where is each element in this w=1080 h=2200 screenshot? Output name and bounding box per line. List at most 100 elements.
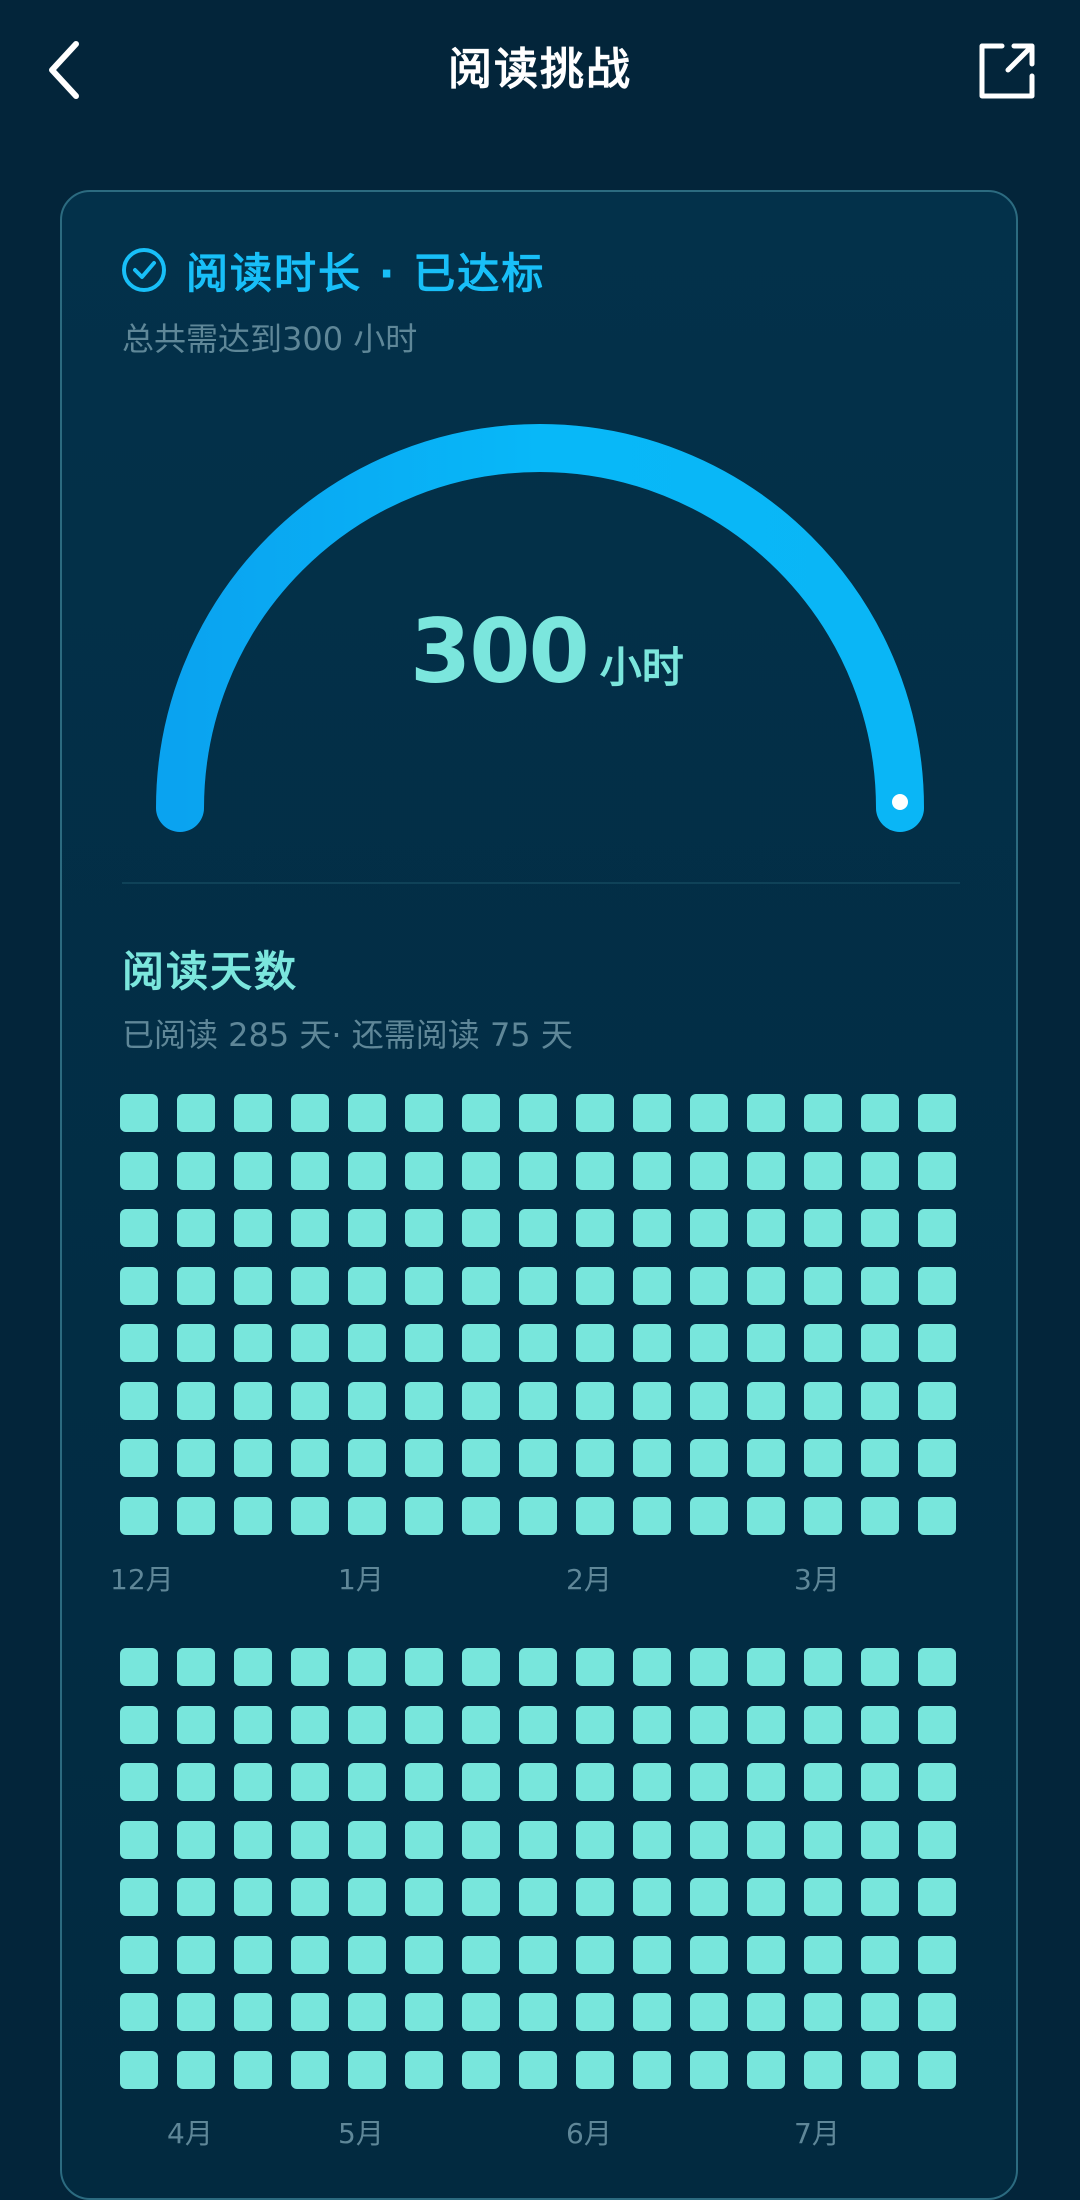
day-cell [348, 1266, 386, 1305]
day-cell [234, 1266, 272, 1305]
day-cell [177, 1705, 215, 1744]
day-cell [576, 1151, 614, 1190]
day-cell [576, 1878, 614, 1916]
day-cell [291, 1094, 329, 1132]
day-cell [633, 1151, 671, 1190]
day-cell [234, 1496, 272, 1535]
reading-hours-gauge [156, 424, 924, 832]
day-cell [405, 1266, 443, 1305]
day-cell [120, 2050, 158, 2089]
day-cell [519, 1763, 557, 1801]
day-cell [633, 1381, 671, 1420]
day-cell [405, 1993, 443, 2031]
day-cell [918, 2050, 956, 2089]
day-cell [918, 1648, 956, 1686]
day-cell [804, 1878, 842, 1916]
day-cell [747, 1151, 785, 1190]
day-cell [462, 1151, 500, 1190]
day-cell [234, 1094, 272, 1132]
day-cell [747, 1878, 785, 1916]
day-cell [177, 1935, 215, 1974]
day-cell [462, 1705, 500, 1744]
day-cell [861, 1151, 899, 1190]
day-cell [576, 1935, 614, 1974]
day-cell [405, 1209, 443, 1247]
day-cell [120, 1381, 158, 1420]
day-cell [804, 1763, 842, 1801]
day-cell [918, 1266, 956, 1305]
day-cell [177, 1439, 215, 1477]
day-cell [177, 1324, 215, 1362]
day-cell [861, 2050, 899, 2089]
day-cell [918, 1878, 956, 1916]
day-cell [120, 1324, 158, 1362]
day-cell [747, 1648, 785, 1686]
day-cell [120, 1820, 158, 1859]
month-label: 5月 [338, 2117, 384, 2150]
day-cell [177, 1381, 215, 1420]
day-cell [804, 1324, 842, 1362]
day-cell [462, 1439, 500, 1477]
day-cell [348, 1935, 386, 1974]
day-cell [405, 1935, 443, 1974]
day-cell [747, 1763, 785, 1801]
day-cell [462, 1820, 500, 1859]
day-cell [405, 1705, 443, 1744]
day-cell [804, 1648, 842, 1686]
day-cell [120, 1993, 158, 2031]
day-cell [690, 1705, 728, 1744]
day-cell [918, 1763, 956, 1801]
day-cell [291, 1705, 329, 1744]
day-cell [690, 1935, 728, 1974]
day-cell [120, 1763, 158, 1801]
day-cell [861, 1763, 899, 1801]
day-cell [291, 1324, 329, 1362]
day-cell [576, 1324, 614, 1362]
day-cell [348, 2050, 386, 2089]
day-cell [861, 1993, 899, 2031]
day-cell [747, 1705, 785, 1744]
day-cell [291, 1648, 329, 1686]
day-cell [405, 1094, 443, 1132]
day-cell [462, 1993, 500, 2031]
day-cell [519, 1151, 557, 1190]
day-cell [405, 1648, 443, 1686]
day-cell [519, 1878, 557, 1916]
day-cell [177, 1151, 215, 1190]
day-cell [234, 1151, 272, 1190]
day-cell [861, 1496, 899, 1535]
day-cell [690, 1094, 728, 1132]
day-cell [633, 1993, 671, 2031]
day-cell [405, 1151, 443, 1190]
day-cell [690, 1439, 728, 1477]
day-cell [804, 1705, 842, 1744]
day-cell [918, 1993, 956, 2031]
day-cell [747, 1266, 785, 1305]
day-cell [462, 1648, 500, 1686]
day-cell [120, 1878, 158, 1916]
day-cell [348, 1878, 386, 1916]
day-cell [633, 1496, 671, 1535]
days-grid-2: 4月 5月 6月 7月 [120, 1648, 960, 2150]
day-cell [405, 1763, 443, 1801]
day-cell [633, 1324, 671, 1362]
day-cell [633, 2050, 671, 2089]
month-label: 1月 [338, 1563, 384, 1596]
day-cell [405, 2050, 443, 2089]
day-cell [120, 1094, 158, 1132]
day-cell [234, 1993, 272, 2031]
day-cell [519, 1439, 557, 1477]
day-cell [120, 1496, 158, 1535]
day-cell [633, 1648, 671, 1686]
day-cell [576, 1094, 614, 1132]
day-cell [519, 1209, 557, 1247]
day-cell [633, 1705, 671, 1744]
day-cell [177, 1496, 215, 1535]
day-cell [861, 1820, 899, 1859]
day-cell [804, 1209, 842, 1247]
day-cell [861, 1705, 899, 1744]
day-cell [519, 1935, 557, 1974]
month-label: 2月 [566, 1563, 612, 1596]
day-cell [291, 1496, 329, 1535]
day-cell [690, 1763, 728, 1801]
